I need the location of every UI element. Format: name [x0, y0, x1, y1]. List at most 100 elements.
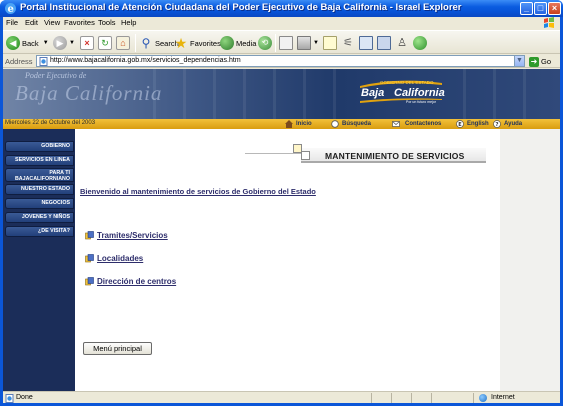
forward-arrow-icon: ▶ — [53, 36, 67, 50]
home-icon: ⌂ — [116, 36, 130, 50]
research-button[interactable] — [359, 34, 375, 52]
nav-link-ayuda[interactable]: ? Ayuda — [493, 119, 522, 129]
nav-negocios[interactable]: NEGOCIOS — [5, 198, 74, 209]
main-content: MANTENIMIENTO DE SERVICIOS Bienvenido al… — [75, 129, 500, 391]
go-button[interactable]: ➜ Go — [529, 56, 551, 67]
nav-nuestro-estado[interactable]: NUESTRO ESTADO — [5, 184, 74, 195]
back-dropdown-icon[interactable]: ▼ — [43, 40, 49, 46]
search-icon: ⚲ — [141, 36, 151, 50]
back-label: Back — [22, 38, 39, 48]
address-bar: Address http://www.bajacalifornia.gob.mx… — [3, 55, 560, 68]
english-icon: E — [456, 120, 464, 128]
nav-link-label: Contactenos — [405, 121, 442, 127]
nav-link-label: English — [467, 121, 489, 127]
svg-text:E: E — [458, 122, 462, 128]
logo-tagline: Por un futuro mejor — [406, 100, 436, 104]
nav-link-label: Búsqueda — [342, 121, 372, 127]
maximize-button[interactable]: □ — [534, 2, 547, 15]
internet-explorer-icon: e — [5, 3, 16, 15]
menu-help[interactable]: Help — [121, 18, 136, 27]
site-top-nav: Miercoles 22 de Octubre del 2003 Inicio … — [3, 119, 560, 129]
banner-small-text: Poder Ejecutivo de — [25, 71, 87, 80]
print-dropdown-icon[interactable]: ▼ — [313, 40, 319, 46]
status-text: Done — [16, 394, 33, 401]
link-label: Tramites/Servicios — [97, 231, 168, 240]
menu-file[interactable]: File — [6, 18, 18, 27]
messenger-button[interactable] — [377, 34, 393, 52]
browser-client-area: File Edit View Favorites Tools Help ◀ Ba… — [3, 17, 560, 403]
nav-link-inicio[interactable]: Inicio — [285, 119, 312, 129]
nav-para-ti-bajacaliforniano[interactable]: PARA TI BAJACALIFORNIANO — [5, 168, 74, 182]
page-icon — [39, 57, 48, 66]
folder-icon — [85, 231, 94, 240]
main-menu-button[interactable]: Menú principal — [83, 342, 152, 355]
address-input[interactable]: http://www.bajacalifornia.gob.mx/servici… — [36, 55, 525, 67]
discuss-button[interactable]: ⚟ — [341, 34, 357, 52]
title-bar[interactable]: e Portal Institucional de Atención Ciuda… — [0, 0, 563, 17]
nav-link-english[interactable]: E English — [456, 119, 489, 129]
favorites-label: Favorites — [190, 38, 221, 48]
logo-baja-text: Baja — [361, 87, 385, 99]
baja-california-logo[interactable]: GOBIERNO DEL ESTADO Baja California Por … — [358, 75, 445, 105]
stop-icon: × — [80, 36, 94, 50]
link-localidades[interactable]: Localidades — [85, 254, 143, 263]
mail-icon — [392, 121, 400, 127]
media-icon — [220, 36, 234, 50]
history-icon: ⟲ — [258, 36, 272, 50]
link-tramites-servicios[interactable]: Tramites/Servicios — [85, 231, 168, 240]
print-icon — [297, 36, 311, 50]
back-button[interactable]: ◀ Back ▼ — [6, 34, 49, 52]
menu-tools[interactable]: Tools — [98, 18, 116, 27]
search-button[interactable]: ⚲ Search — [139, 34, 179, 52]
research-icon — [359, 36, 373, 50]
welcome-link[interactable]: Bienvenido al mantenimiento de servicios… — [80, 187, 316, 196]
book-icon — [377, 36, 391, 50]
mail-icon — [279, 36, 293, 50]
toolbar: ◀ Back ▼ ▶ ▼ × ↻ ⌂ ⚲ Search ★ Favorites … — [3, 30, 560, 54]
messenger-icon-button[interactable] — [413, 34, 429, 52]
nav-gobierno[interactable]: GOBIERNO — [5, 141, 74, 152]
history-button[interactable]: ⟲ — [258, 34, 274, 52]
nav-de-visita[interactable]: ¿DE VISITA? — [5, 226, 74, 237]
refresh-button[interactable]: ↻ — [98, 34, 114, 52]
address-dropdown-icon[interactable]: ▼ — [514, 56, 524, 66]
menu-favorites[interactable]: Favorites — [64, 18, 95, 27]
messenger-icon — [413, 36, 427, 50]
internet-globe-icon — [479, 394, 487, 402]
nav-jovenes-y-ninos[interactable]: JOVENES Y NIÑOS — [5, 212, 74, 223]
search-icon — [331, 120, 339, 128]
link-direccion-de-centros[interactable]: Dirección de centros — [85, 277, 176, 286]
media-label: Media — [236, 38, 257, 48]
nav-link-busqueda[interactable]: Búsqueda — [331, 119, 371, 129]
go-arrow-icon: ➜ — [529, 56, 539, 67]
nav-link-contactenos[interactable]: Contactenos — [390, 119, 441, 129]
minimize-button[interactable]: _ — [520, 2, 533, 15]
address-label: Address — [5, 57, 33, 66]
person-button[interactable]: ♙ — [395, 34, 411, 52]
site-banner: Poder Ejecutivo de Baja California GOBIE… — [3, 69, 560, 119]
go-label: Go — [541, 57, 552, 66]
svg-text:?: ? — [495, 122, 498, 128]
close-button[interactable]: × — [548, 2, 561, 15]
home-icon — [285, 120, 293, 128]
forward-button[interactable]: ▶ ▼ — [53, 34, 75, 52]
banner-watermark-text: Baja California — [15, 81, 163, 105]
mail-button[interactable] — [279, 34, 295, 52]
edit-button[interactable] — [323, 34, 339, 52]
section-header: MANTENIMIENTO DE SERVICIOS — [245, 144, 486, 163]
home-button[interactable]: ⌂ — [116, 34, 132, 52]
section-title: MANTENIMIENTO DE SERVICIOS — [325, 151, 465, 161]
media-button[interactable]: Media — [220, 34, 256, 52]
print-button[interactable]: ▼ — [297, 34, 319, 52]
menu-view[interactable]: View — [44, 18, 60, 27]
favorites-button[interactable]: ★ Favorites — [174, 34, 221, 52]
page-done-icon — [5, 394, 14, 403]
menu-edit[interactable]: Edit — [25, 18, 38, 27]
stop-button[interactable]: × — [80, 34, 96, 52]
svg-text:e: e — [8, 4, 14, 15]
nav-servicios-en-linea[interactable]: SERVICIOS EN LINEA — [5, 155, 74, 166]
help-icon: ? — [493, 120, 501, 128]
folder-icon — [85, 254, 94, 263]
forward-dropdown-icon[interactable]: ▼ — [69, 40, 75, 46]
folder-icon — [85, 277, 94, 286]
